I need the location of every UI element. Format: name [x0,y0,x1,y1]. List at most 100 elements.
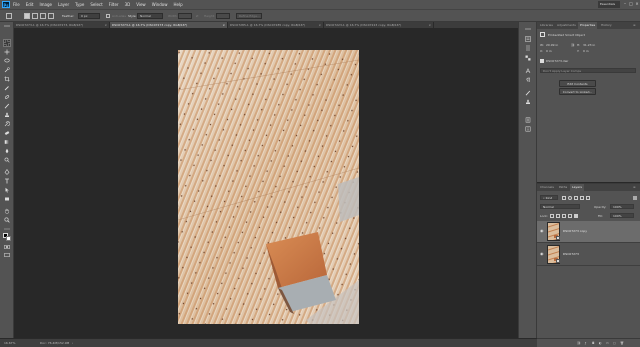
subtract-selection-icon[interactable] [40,13,46,19]
tab-adjustments[interactable]: Adjustments [555,22,578,29]
swap-icon[interactable]: ⇄ [196,14,199,18]
menu-edit[interactable]: Edit [26,2,34,7]
tab-history[interactable]: History [599,22,614,29]
layer-comps-icon[interactable] [525,117,531,123]
type-tool-icon[interactable] [4,178,10,184]
x-value[interactable]: 0 in [546,49,552,53]
convert-to-linked-button[interactable]: Convert to Linked... [559,88,596,95]
healing-brush-tool-icon[interactable] [4,94,10,100]
blur-tool-icon[interactable] [4,148,10,154]
rectangle-tool-icon[interactable] [4,196,10,202]
menu-filter[interactable]: Filter [109,2,119,7]
lock-transparent-icon[interactable] [550,214,554,218]
swatches-panel-icon[interactable] [525,55,531,61]
info-panel-icon[interactable] [525,126,531,132]
opacity-input[interactable]: 100% [610,204,634,209]
filter-smart-object-icon[interactable] [586,196,590,200]
refine-edge-button[interactable]: Refine Edge... [236,13,262,19]
screen-mode-icon[interactable] [4,252,10,257]
layer-comps-select[interactable]: Don't Apply Layer Comps [540,68,636,73]
menu-help[interactable]: Help [173,2,182,7]
menu-window[interactable]: Window [152,2,168,7]
menu-3d[interactable]: 3D [125,2,131,7]
layer-row-copy[interactable]: ◉ DSC07273 copy [537,221,640,243]
toolbar-grip[interactable] [4,25,10,27]
link-layers-icon[interactable]: ⛓ [577,341,581,345]
history-panel-icon[interactable] [525,36,531,42]
quick-selection-tool-icon[interactable] [4,67,10,73]
menu-select[interactable]: Select [90,2,102,7]
menu-file[interactable]: File [13,2,20,7]
strip-grip[interactable] [525,28,531,30]
anti-alias-checkbox[interactable] [106,14,110,18]
eyedropper-tool-icon[interactable] [4,85,10,91]
new-selection-icon[interactable] [24,13,30,19]
add-mask-icon[interactable]: ◘ [592,341,594,345]
y-value[interactable]: 0 in [583,49,589,53]
lasso-tool-icon[interactable] [4,58,10,64]
gradient-tool-icon[interactable] [4,139,10,145]
rectangular-marquee-tool-icon[interactable] [3,39,11,47]
zoom-tool-icon[interactable] [4,217,10,223]
eraser-tool-icon[interactable] [4,130,10,136]
menu-image[interactable]: Image [39,2,52,7]
layer-row-base[interactable]: ◉ DSC07273 [537,244,640,266]
paragraph-panel-icon[interactable] [525,77,531,83]
quick-mask-icon[interactable] [4,244,10,249]
filter-pixel-icon[interactable] [562,196,566,200]
style-select[interactable]: Normal [137,13,163,19]
layer-name[interactable]: DSC07273 copy [563,229,587,233]
delete-layer-icon[interactable]: 🗑 [620,341,624,345]
blend-mode-select[interactable]: Normal [540,204,580,209]
path-selection-tool-icon[interactable] [4,187,10,193]
lock-all-icon[interactable] [574,214,578,218]
history-brush-tool-icon[interactable] [4,121,10,127]
clone-source-icon[interactable] [525,99,531,105]
eye-icon[interactable]: ◉ [540,252,545,256]
edit-contents-button[interactable]: Edit Contents [559,80,596,87]
zoom-level[interactable]: 16.67% [4,341,15,345]
lock-position-icon[interactable] [562,214,566,218]
marquee-tool-preset-icon[interactable] [6,13,12,19]
brush-tool-icon[interactable] [4,103,10,109]
add-selection-icon[interactable] [32,13,38,19]
workspace-switcher[interactable]: Essentials [598,1,620,8]
width-value[interactable]: 20.99 in [546,43,558,47]
height-input[interactable] [216,13,230,19]
menu-layer[interactable]: Layer [58,2,69,7]
tab-properties[interactable]: Properties [578,22,598,29]
pen-tool-icon[interactable] [4,169,10,175]
move-tool-icon[interactable] [4,49,10,55]
crop-tool-icon[interactable] [4,76,10,82]
document-canvas[interactable] [178,50,359,324]
feather-input[interactable]: 0 px [78,13,100,19]
link-proportions-icon[interactable]: ⛓ [571,43,575,47]
adjustment-layer-icon[interactable]: ◐ [599,341,602,345]
new-layer-icon[interactable]: ▢ [613,341,616,345]
lock-image-icon[interactable] [556,214,560,218]
properties-panel-icon[interactable] [525,45,531,51]
tab-layers[interactable]: Layers [570,184,584,191]
filter-toggle-icon[interactable] [633,196,637,200]
filter-adjustment-icon[interactable] [568,196,572,200]
clone-stamp-tool-icon[interactable] [4,112,10,118]
fill-input[interactable]: 100% [610,213,634,218]
close-icon[interactable]: × [634,1,640,7]
panel-menu-icon[interactable]: ≡ [631,22,638,29]
character-panel-icon[interactable] [525,68,531,74]
lock-artboard-icon[interactable] [568,214,572,218]
menu-type[interactable]: Type [75,2,84,7]
layer-filter-kind-select[interactable]: ⌕ Kind [540,195,558,200]
height-value[interactable]: 31.23 in [583,43,595,47]
filter-type-icon[interactable] [574,196,578,200]
dodge-tool-icon[interactable] [4,157,10,163]
filter-shape-icon[interactable] [580,196,584,200]
more-tools-icon[interactable] [4,226,10,230]
tab-channels[interactable]: Channels [538,184,556,191]
tab-libraries[interactable]: Libraries [538,22,555,29]
layer-name[interactable]: DSC07273 [563,252,579,256]
layer-style-icon[interactable]: ƒ [585,341,586,345]
menu-view[interactable]: View [136,2,146,7]
intersect-selection-icon[interactable] [48,13,54,19]
layers-menu-icon[interactable]: ≡ [631,184,638,191]
